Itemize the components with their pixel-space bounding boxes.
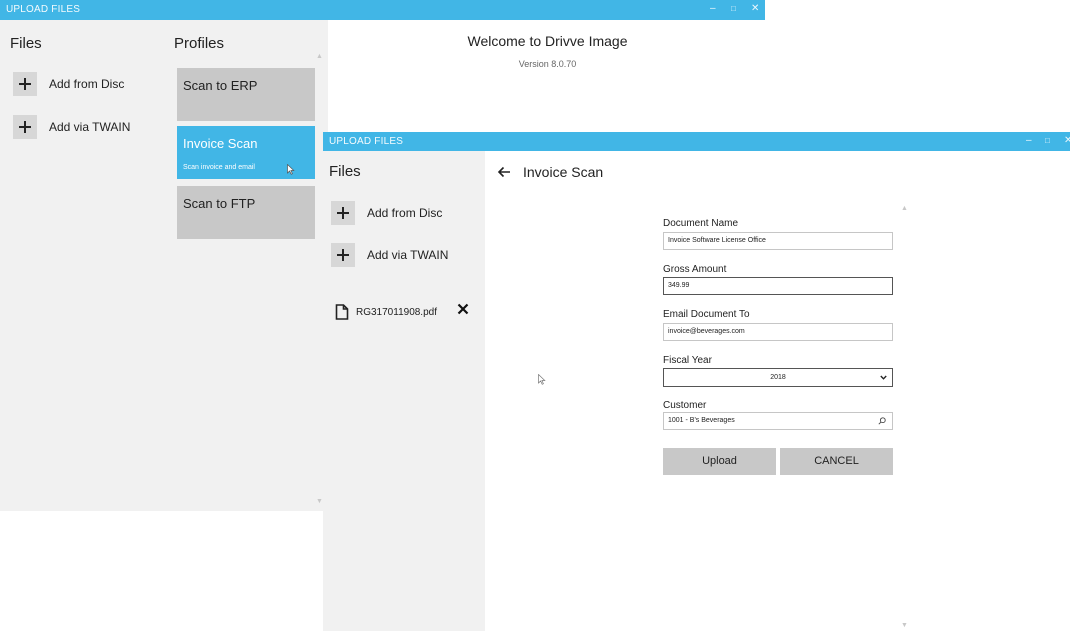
email-document-to-label: Email Document To	[663, 309, 750, 320]
profile-title: Invoice Scan	[183, 136, 258, 151]
fiscal-year-select[interactable]: 2018	[663, 368, 893, 387]
minimize-button[interactable]: –	[1026, 135, 1032, 146]
fiscal-year-label: Fiscal Year	[663, 355, 712, 366]
welcome-heading: Welcome to Drivve Image	[467, 33, 628, 49]
files-pane: Files Add from Disc Add via TWAIN	[0, 20, 170, 511]
plus-icon	[13, 115, 37, 139]
profiles-pane: Profiles Scan to ERP Invoice Scan Scan i…	[170, 20, 328, 511]
email-document-to-field[interactable]: invoice@beverages.com	[663, 323, 893, 341]
add-from-disc-button[interactable]: Add from Disc	[13, 72, 124, 96]
file-list-item[interactable]: RG317011908.pdf	[335, 301, 475, 323]
profiles-heading: Profiles	[174, 35, 225, 52]
mouse-cursor-icon	[287, 162, 295, 180]
customer-field[interactable]: 1001 - B's Beverages	[663, 412, 893, 430]
upload-files-window: UPLOAD FILES – □ ✕ Files Add from Disc A…	[323, 132, 1070, 631]
search-icon[interactable]	[878, 417, 886, 425]
scroll-up-arrow-icon[interactable]: ▲	[316, 53, 323, 60]
page-header: Invoice Scan	[497, 162, 603, 182]
fiscal-year-value: 2018	[770, 374, 786, 381]
customer-label: Customer	[663, 400, 707, 411]
cancel-button[interactable]: CANCEL	[780, 448, 893, 475]
profile-title: Scan to ERP	[183, 78, 258, 93]
add-from-disc-button[interactable]: Add from Disc	[331, 201, 442, 225]
add-via-twain-button[interactable]: Add via TWAIN	[13, 115, 130, 139]
chevron-down-icon	[880, 374, 887, 381]
scroll-up-arrow-icon[interactable]: ▲	[901, 205, 908, 212]
close-window-button[interactable]: ✕	[1064, 135, 1070, 146]
title-bar: UPLOAD FILES – □ ✕	[0, 0, 765, 20]
scroll-down-arrow-icon[interactable]: ▼	[901, 622, 908, 629]
mouse-cursor-icon	[538, 372, 546, 390]
document-name-label: Document Name	[663, 218, 739, 229]
maximize-button[interactable]: □	[731, 4, 736, 13]
profile-title: Scan to FTP	[183, 196, 256, 211]
file-icon	[335, 304, 349, 320]
customer-value: 1001 - B's Beverages	[668, 417, 735, 424]
window-title: UPLOAD FILES	[6, 4, 81, 15]
file-name: RG317011908.pdf	[356, 306, 437, 318]
plus-icon	[331, 201, 355, 225]
profile-scan-to-erp[interactable]: Scan to ERP	[177, 68, 315, 121]
back-arrow-icon[interactable]	[497, 165, 511, 179]
title-bar: UPLOAD FILES – □ ✕	[323, 132, 1070, 151]
gross-amount-field[interactable]: 349.99	[663, 277, 893, 295]
add-from-disc-label: Add from Disc	[49, 77, 125, 91]
version-text: Version 8.0.70	[518, 59, 577, 69]
add-via-twain-label: Add via TWAIN	[49, 120, 131, 134]
minimize-button[interactable]: –	[710, 3, 716, 14]
add-via-twain-label: Add via TWAIN	[367, 248, 449, 262]
add-from-disc-label: Add from Disc	[367, 206, 443, 220]
profile-scan-to-ftp[interactable]: Scan to FTP	[177, 186, 315, 239]
profile-form-pane: Invoice Scan ▲ Document Name Invoice Sof…	[485, 151, 1070, 631]
document-name-field[interactable]: Invoice Software License Office	[663, 232, 893, 250]
profile-subtitle: Scan invoice and email	[183, 164, 255, 171]
scroll-down-arrow-icon[interactable]: ▼	[316, 498, 323, 505]
close-icon	[457, 303, 469, 315]
maximize-button[interactable]: □	[1045, 136, 1050, 145]
add-via-twain-button[interactable]: Add via TWAIN	[331, 243, 448, 267]
remove-file-button[interactable]	[457, 303, 469, 315]
gross-amount-label: Gross Amount	[663, 264, 727, 275]
page-title: Invoice Scan	[523, 164, 604, 180]
files-heading: Files	[10, 35, 42, 52]
profile-invoice-scan[interactable]: Invoice Scan Scan invoice and email	[177, 126, 315, 179]
plus-icon	[331, 243, 355, 267]
files-heading: Files	[329, 163, 361, 180]
window-title: UPLOAD FILES	[329, 136, 404, 147]
plus-icon	[13, 72, 37, 96]
close-window-button[interactable]: ✕	[751, 3, 759, 14]
files-pane: Files Add from Disc Add via TWAIN RG3170…	[323, 151, 485, 631]
upload-button[interactable]: Upload	[663, 448, 776, 475]
